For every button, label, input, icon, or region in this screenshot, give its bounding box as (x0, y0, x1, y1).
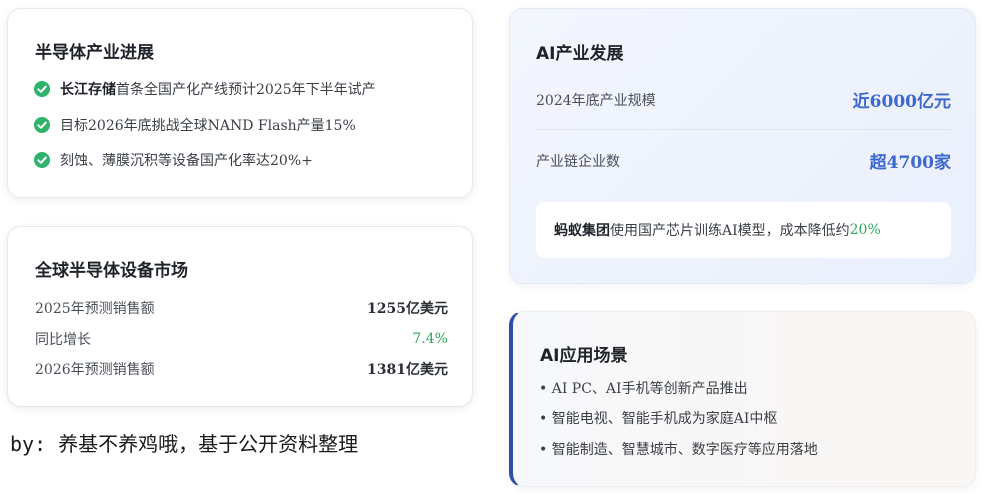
ai-stat-label: 2024年底产业规模 (536, 92, 656, 109)
market-row: 2026年预测销售额 1381亿美元 (35, 358, 448, 380)
market-card-title: 全球半导体设备市场 (35, 261, 188, 281)
ai-card-title: AI产业发展 (536, 44, 624, 64)
market-row-label: 2025年预测销售额 (35, 301, 155, 317)
check-circle-icon (34, 81, 50, 97)
company-name: 蚂蚁集团 (554, 223, 610, 239)
ai-note-box: 蚂蚁集团 使用国产芯片训练AI模型，成本降低约 20% (536, 202, 951, 258)
credit-text: by: 养基不养鸡哦，基于公开资料整理 (10, 432, 359, 456)
market-row: 2025年预测销售额 1255亿美元 (35, 297, 448, 319)
semiconductor-card-title: 半导体产业进展 (35, 43, 154, 63)
market-row-value: 1255亿美元 (367, 301, 448, 317)
ai-stat-value: 近6000亿元 (852, 92, 951, 112)
market-row: 同比增长 7.4% (35, 328, 448, 350)
semiconductor-item: 刻蚀、薄膜沉积等设备国产化率达20%+ (34, 150, 313, 170)
ai-stat-value: 超4700家 (869, 153, 951, 173)
list-item: • 智能电视、智能手机成为家庭AI中枢 (539, 411, 778, 427)
ai-apps-card-title: AI应用场景 (540, 346, 628, 366)
market-row-label: 同比增长 (35, 332, 91, 348)
ai-industry-card: AI产业发展 2024年底产业规模 近6000亿元 产业链企业数 超4700家 … (509, 8, 976, 284)
equipment-market-card: 全球半导体设备市场 2025年预测销售额 1255亿美元 同比增长 7.4% 2… (7, 226, 473, 407)
check-circle-icon (34, 152, 50, 168)
list-item: • AI PC、AI手机等创新产品推出 (539, 381, 748, 397)
semiconductor-progress-card: 半导体产业进展 长江存储 首条全国产化产线预计2025年下半年试产 目标2026年… (7, 8, 473, 198)
market-row-label: 2026年预测销售额 (35, 362, 155, 378)
item-text: 首条全国产化产线预计2025年下半年试产 (116, 82, 376, 98)
market-row-value: 1381亿美元 (367, 362, 448, 378)
ai-applications-card: AI应用场景 • AI PC、AI手机等创新产品推出 • 智能电视、智能手机成为… (509, 311, 976, 487)
semiconductor-item: 长江存储 首条全国产化产线预计2025年下半年试产 (34, 79, 376, 99)
ai-stat-label: 产业链企业数 (536, 153, 620, 170)
item-text: 目标2026年底挑战全球NAND Flash产量15% (60, 118, 356, 134)
company-name: 长江存储 (60, 82, 116, 98)
note-text: 使用国产芯片训练AI模型，成本降低约 (610, 223, 850, 239)
item-text: 刻蚀、薄膜沉积等设备国产化率达20%+ (60, 153, 313, 169)
growth-rate-value: 7.4% (412, 331, 448, 347)
check-circle-icon (34, 117, 50, 133)
list-item: • 智能制造、智慧城市、数字医疗等应用落地 (539, 442, 818, 458)
cost-reduction-value: 20% (849, 222, 881, 238)
ai-stat-row: 产业链企业数 超4700家 (536, 148, 951, 173)
divider (536, 129, 951, 130)
ai-stat-row: 2024年底产业规模 近6000亿元 (536, 87, 951, 112)
semiconductor-item: 目标2026年底挑战全球NAND Flash产量15% (34, 115, 356, 135)
